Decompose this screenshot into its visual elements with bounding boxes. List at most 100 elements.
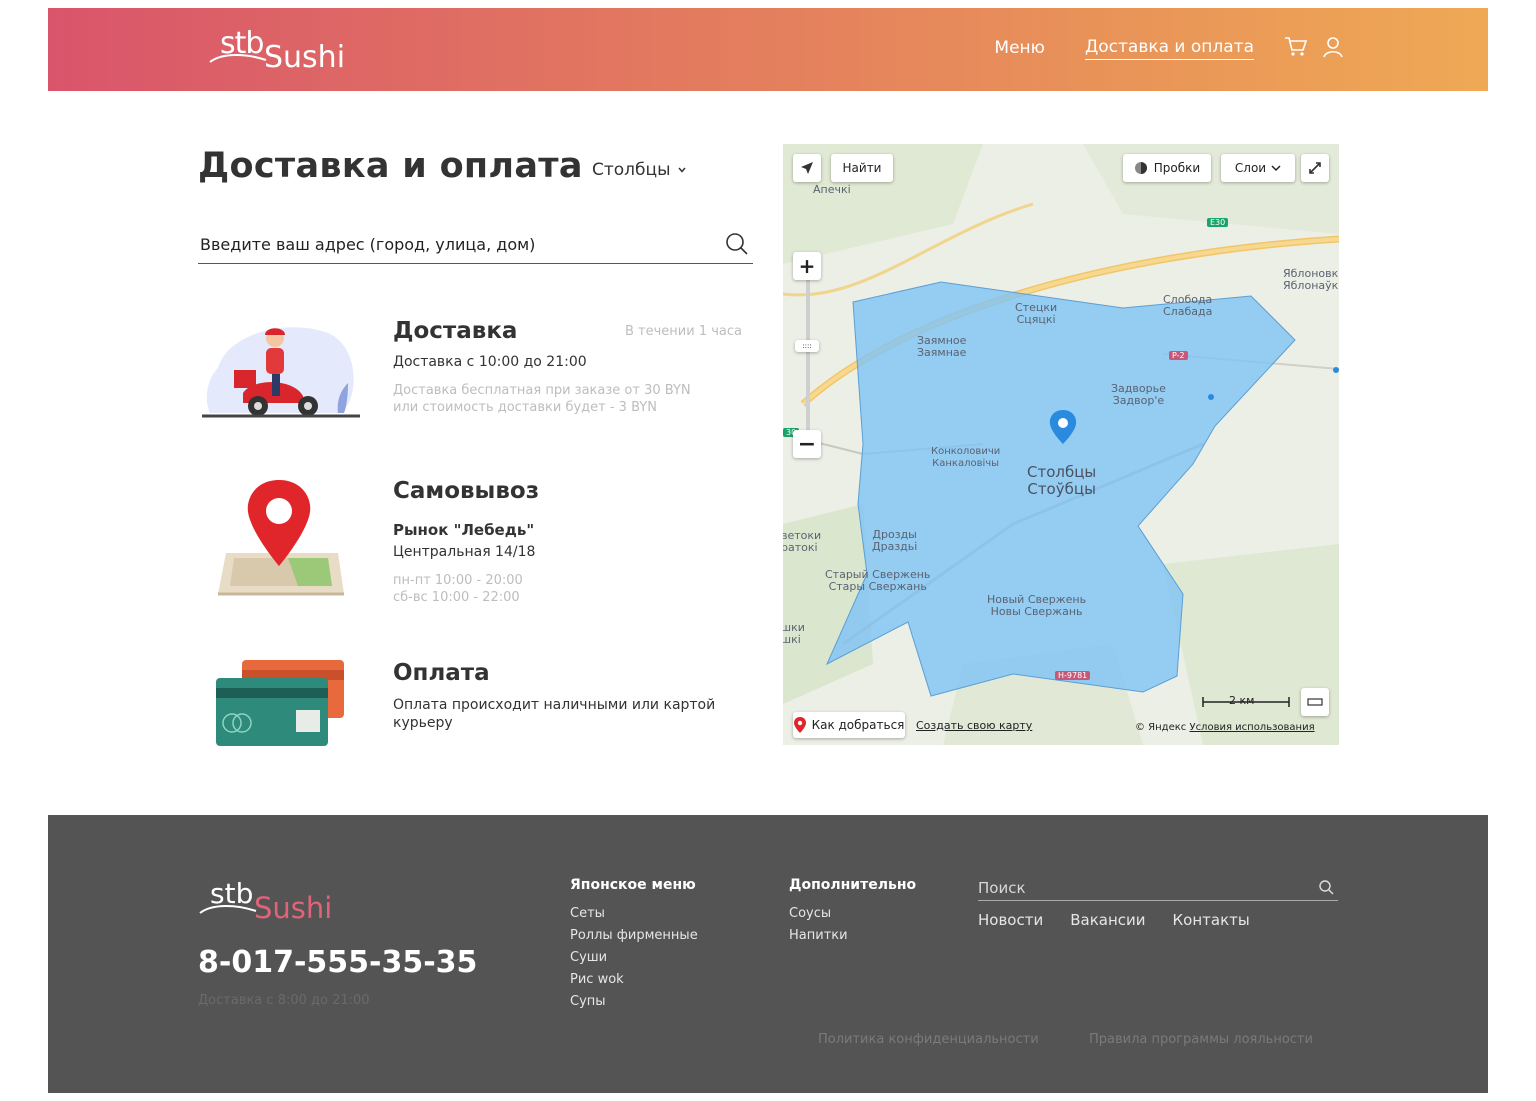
ruler-button[interactable]: [1301, 688, 1329, 716]
footer-logo[interactable]: stb Sushi: [198, 877, 358, 927]
location-arrow-icon: [801, 162, 813, 174]
map-label-sloboda: Слобода Слабада: [1163, 293, 1213, 318]
payment-text-1: Оплата происходит наличными или картой: [393, 697, 716, 713]
logo[interactable]: stb Sushi: [208, 26, 368, 76]
footer-col-additional: Дополнительно Соусы Напитки: [789, 877, 916, 947]
map-label-apechki: Апечкі: [813, 183, 851, 196]
map-canvas[interactable]: [783, 144, 1339, 745]
footer-link-news[interactable]: Новости: [978, 911, 1043, 929]
scooter-courier-illustration: [198, 318, 368, 438]
traffic-icon: [1134, 162, 1147, 174]
footer-search: [978, 877, 1338, 901]
map-pin-icon: [793, 717, 806, 733]
layers-button[interactable]: Слои: [1221, 154, 1295, 182]
footer-link-soups[interactable]: Супы: [570, 991, 698, 1013]
pickup-weekdays: пн-пт 10:00 - 20:00: [393, 573, 523, 588]
site-footer: stb Sushi 8-017-555-35-35 Доставка с 8:0…: [48, 815, 1488, 1093]
footer-link-vacancies[interactable]: Вакансии: [1070, 911, 1145, 929]
footer-col-heading: Японское меню: [570, 877, 696, 893]
footer-link-contacts[interactable]: Контакты: [1173, 911, 1250, 929]
fullscreen-button[interactable]: [1301, 154, 1329, 182]
phone-number[interactable]: 8-017-555-35-35: [198, 945, 477, 980]
search-icon[interactable]: [725, 232, 749, 256]
map-label-novy-sverzhen: Новый Свержень Новы Свержань: [987, 593, 1087, 618]
map-label-zayamnoe: Заямное Заямнае: [917, 334, 967, 359]
footer-link-signature-rolls[interactable]: Роллы фирменные: [570, 925, 698, 947]
delivery-note-1: Доставка бесплатная при заказе от 30 BYN: [393, 383, 691, 398]
nav-delivery[interactable]: Доставка и оплата: [1084, 37, 1254, 60]
traffic-button[interactable]: Пробки: [1123, 154, 1211, 182]
payment-title: Оплата: [393, 660, 490, 686]
map-label-stetski: Стецки Сцяцкі: [1015, 301, 1058, 326]
address-input[interactable]: [198, 226, 708, 262]
city-select[interactable]: Столбцы: [592, 160, 687, 180]
zoom-slider-handle[interactable]: ::::: [795, 340, 819, 352]
site-header: stb Sushi Меню Доставка и оплата: [48, 8, 1488, 91]
copyright-text: © Яндекс: [1135, 722, 1187, 733]
route-label: Как добраться: [811, 718, 905, 732]
map-label-yablonovka: Яблоновк Яблонаўк: [1283, 267, 1339, 292]
route-button[interactable]: Как добраться: [793, 712, 905, 738]
delivery-title: Доставка: [393, 318, 518, 344]
delivery-hours: Доставка с 10:00 до 21:00: [393, 354, 587, 370]
terms-link[interactable]: Условия использования: [1189, 722, 1314, 733]
delivery-note-2: или стоимость доставки будет - 3 BYN: [393, 400, 657, 415]
map-label-drozdy: Дрозды Драздьі: [872, 528, 918, 553]
delivery-section: Доставка В течении 1 часа Доставка с 10:…: [198, 318, 758, 428]
road-badge-p2: P-2: [1169, 351, 1188, 360]
road-badge-e30: E30: [1207, 218, 1229, 227]
layers-label: Слои: [1234, 161, 1267, 175]
map-label-shki: шки шкі: [783, 621, 805, 646]
logo-stb: stb: [220, 26, 264, 61]
page: stb Sushi Меню Доставка и оплата Доставк…: [0, 0, 1536, 1101]
privacy-policy-link[interactable]: Политика конфиденциальности: [818, 1032, 1039, 1047]
logo-sushi: Sushi: [264, 40, 346, 75]
footer-link-sauces[interactable]: Соусы: [789, 903, 916, 925]
pickup-address: Центральная 14/18: [393, 544, 536, 560]
footer-col-heading: Дополнительно: [789, 877, 917, 893]
ruler-icon: [1307, 698, 1323, 706]
footer-logo-sushi: Sushi: [254, 891, 333, 925]
footer-logo-stb: stb: [210, 877, 254, 910]
pickup-weekend: сб-вс 10:00 - 22:00: [393, 590, 520, 605]
geolocation-button[interactable]: [793, 154, 821, 182]
city-select-value: Столбцы: [592, 160, 671, 180]
cart-icon[interactable]: [1284, 36, 1310, 60]
pickup-title: Самовывоз: [393, 478, 540, 504]
footer-link-wok[interactable]: Рис wok: [570, 969, 698, 991]
search-icon[interactable]: [1318, 879, 1334, 895]
map-find-button[interactable]: Найти: [831, 154, 893, 182]
pickup-section: Самовывоз Рынок "Лебедь" Центральная 14/…: [198, 478, 758, 608]
map-label-zetoki: ветоки ратокі: [783, 529, 822, 554]
map-label-stary-sverzhen: Старый Свержень Стары Свержань: [825, 568, 931, 593]
create-map-link[interactable]: Создать свою карту: [916, 719, 1032, 732]
road-badge-h9781: H-9781: [1055, 671, 1091, 680]
delivery-zone-map[interactable]: Апечкі Яблоновк Яблонаўк Стецки Сцяцкі Сло…: [783, 144, 1339, 745]
zoom-in-button[interactable]: +: [793, 252, 821, 280]
map-label-stolbtsy: Столбцы Стоўбцы: [1027, 463, 1097, 498]
map-copyright: © Яндекс Условия использования: [1135, 722, 1315, 733]
footer-col-japanese-menu: Японское меню Сеты Роллы фирменные Суши …: [570, 877, 698, 1013]
page-title: Доставка и оплата: [198, 146, 583, 186]
footer-link-sushi[interactable]: Суши: [570, 947, 698, 969]
nav-menu[interactable]: Меню: [994, 38, 1045, 58]
chevron-down-icon: [677, 167, 686, 173]
expand-icon: [1309, 162, 1321, 174]
traffic-label: Пробки: [1153, 161, 1201, 175]
delivery-time: В течении 1 часа: [625, 324, 742, 339]
map-label-konkolovichi: Конколовичи Канкаловічы: [931, 446, 1001, 469]
footer-link-drinks[interactable]: Напитки: [789, 925, 916, 947]
payment-text-2: курьеру: [393, 715, 453, 731]
address-search: [198, 226, 753, 264]
zoom-out-button[interactable]: −: [793, 430, 821, 458]
footer-link-sets[interactable]: Сеты: [570, 903, 698, 925]
user-icon[interactable]: [1322, 36, 1348, 60]
chevron-down-icon: [1271, 165, 1281, 172]
footer-hours: Доставка с 8:00 до 21:00: [198, 993, 370, 1008]
map-label-zadvorye: Задворье Задвор'е: [1111, 382, 1166, 407]
footer-search-input[interactable]: [978, 877, 1298, 899]
loyalty-rules-link[interactable]: Правила программы лояльности: [1089, 1032, 1313, 1047]
pickup-place: Рынок "Лебедь": [393, 521, 535, 539]
payment-section: Оплата Оплата происходит наличными или к…: [198, 660, 758, 750]
map-pin-illustration: [198, 478, 368, 598]
